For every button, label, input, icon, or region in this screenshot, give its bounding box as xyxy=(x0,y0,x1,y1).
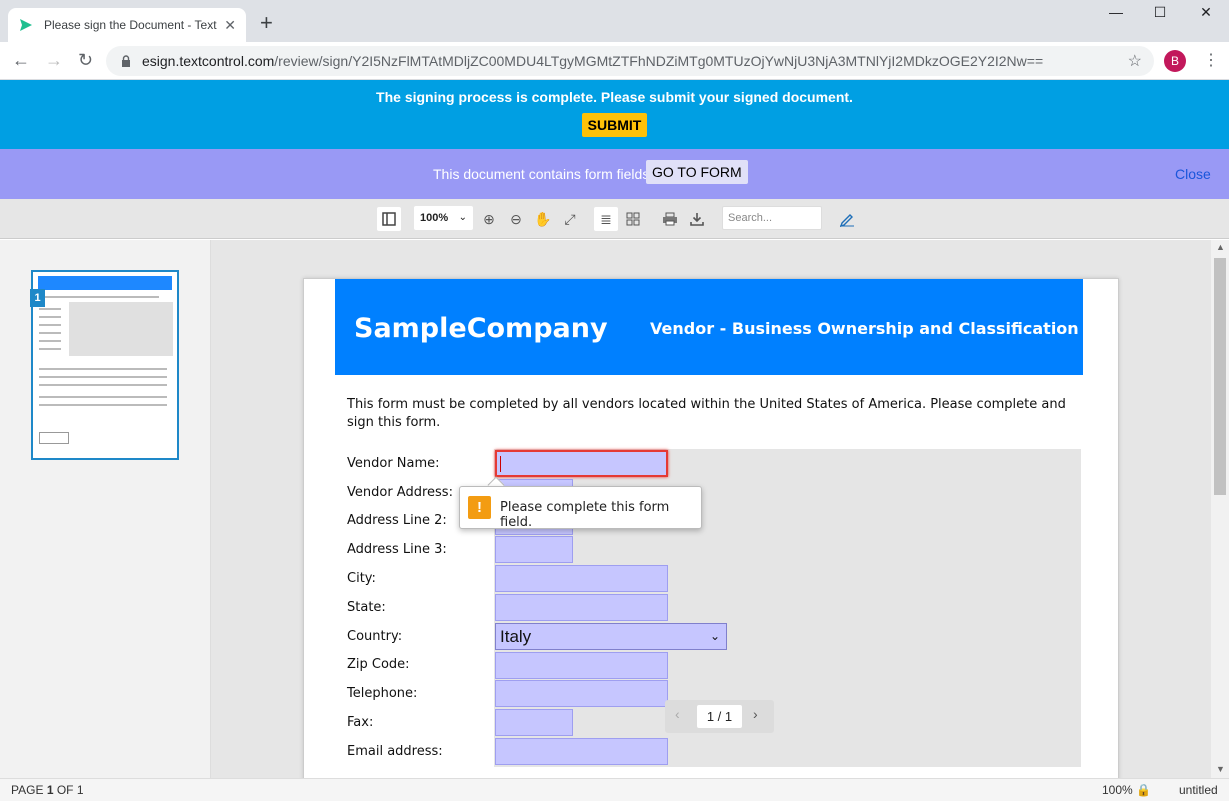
form-fields-message: This document contains form fields. xyxy=(433,166,654,182)
field-label: Telephone: xyxy=(347,686,418,701)
page-number-badge: 1 xyxy=(30,289,45,307)
url-host: esign.textcontrol.com xyxy=(142,53,275,69)
browser-tab-strip: Please sign the Document - Text C ✕ + — … xyxy=(0,0,1229,42)
bookmark-star-icon[interactable]: ☆ xyxy=(1128,51,1142,71)
document-title: Vendor - Business Ownership and Classifi… xyxy=(650,319,1079,338)
zoom-value: 100% xyxy=(420,212,449,224)
chevron-down-icon: ⌄ xyxy=(709,629,720,643)
url-input[interactable]: esign.textcontrol.com/review/sign/Y2I5Nz… xyxy=(106,46,1154,76)
document-header: SampleCompany Vendor - Business Ownershi… xyxy=(335,279,1083,375)
maximize-icon[interactable]: ☐ xyxy=(1137,4,1183,21)
field-label: Fax: xyxy=(347,715,374,730)
address-line-3-field[interactable] xyxy=(495,536,573,563)
warning-icon: ! xyxy=(468,496,491,519)
thumbnail-sidebar xyxy=(0,240,211,778)
page-indicator[interactable]: 1 / 1 xyxy=(697,705,742,728)
status-bar: PAGE 1 OF 1 100% 🔒 untitled xyxy=(0,778,1229,801)
field-label: City: xyxy=(347,571,376,586)
send-icon xyxy=(18,17,34,33)
close-tab-icon[interactable]: ✕ xyxy=(224,17,236,34)
scroll-down-icon[interactable]: ▼ xyxy=(1216,764,1225,774)
zip-code-field[interactable] xyxy=(495,652,668,679)
sidebar-toggle-icon[interactable] xyxy=(377,207,401,231)
field-label: Zip Code: xyxy=(347,657,410,672)
previous-page-icon[interactable]: ‹ xyxy=(675,706,680,722)
status-zoom: 100% xyxy=(1102,783,1133,797)
scrollbar-thumb[interactable] xyxy=(1214,258,1226,495)
page-label: PAGE xyxy=(11,783,44,797)
field-label: Address Line 3: xyxy=(347,542,447,557)
validation-message: Please complete this form field. xyxy=(500,500,670,530)
field-label: Country: xyxy=(347,629,403,644)
signature-pen-icon[interactable] xyxy=(835,207,859,231)
telephone-field[interactable] xyxy=(495,680,668,707)
address-bar-row: ← → ↻ esign.textcontrol.com/review/sign/… xyxy=(0,42,1229,80)
close-banner-link[interactable]: Close xyxy=(1175,166,1211,182)
zoom-select[interactable]: 100% ⌄ xyxy=(414,206,473,230)
document-viewport: SampleCompany Vendor - Business Ownershi… xyxy=(211,240,1211,778)
vendor-name-field[interactable] xyxy=(495,450,668,477)
print-icon[interactable] xyxy=(658,207,682,231)
close-window-icon[interactable]: ✕ xyxy=(1183,4,1229,21)
document-name: untitled xyxy=(1179,783,1218,797)
tab-title: Please sign the Document - Text C xyxy=(44,18,218,32)
download-icon[interactable] xyxy=(685,207,709,231)
fit-page-icon[interactable]: ⤢ xyxy=(558,207,582,231)
completion-message: The signing process is complete. Please … xyxy=(376,89,853,105)
profile-avatar[interactable]: B xyxy=(1164,50,1186,72)
country-select[interactable]: Italy ⌄ xyxy=(495,623,727,650)
state-field[interactable] xyxy=(495,594,668,621)
country-value: Italy xyxy=(500,627,532,646)
url-path: /review/sign/Y2I5NzFlMTAtMDljZC00MDU4LTg… xyxy=(274,53,1044,69)
single-page-view-icon[interactable]: ≣ xyxy=(594,207,618,231)
current-page: 1 xyxy=(46,783,54,797)
search-input[interactable]: Search... xyxy=(722,206,822,230)
back-icon[interactable]: ← xyxy=(12,50,30,71)
lock-icon xyxy=(122,55,130,67)
completion-banner: The signing process is complete. Please … xyxy=(0,80,1229,149)
reload-icon[interactable]: ↻ xyxy=(78,50,93,71)
fax-field[interactable] xyxy=(495,709,573,736)
city-field[interactable] xyxy=(495,565,668,592)
form-fields-banner: This document contains form fields. GO T… xyxy=(0,149,1229,199)
field-label: Vendor Address: xyxy=(347,485,453,500)
browser-menu-icon[interactable]: ⋮ xyxy=(1203,50,1219,70)
submit-button[interactable]: SUBMIT xyxy=(581,113,648,137)
scroll-up-icon[interactable]: ▲ xyxy=(1216,242,1225,252)
field-label: Address Line 2: xyxy=(347,513,447,528)
field-label: Email address: xyxy=(347,744,443,759)
chevron-down-icon: ⌄ xyxy=(458,212,467,223)
intro-text: This form must be completed by all vendo… xyxy=(347,397,1066,430)
field-label: State: xyxy=(347,600,386,615)
lock-icon: 🔒 xyxy=(1136,783,1151,797)
zoom-out-icon[interactable]: ⊖ xyxy=(504,207,528,231)
email-field[interactable] xyxy=(495,738,668,765)
page-total: OF 1 xyxy=(56,783,84,797)
vertical-scrollbar[interactable]: ▲ ▼ xyxy=(1211,240,1229,778)
forward-icon[interactable]: → xyxy=(45,50,63,71)
page-navigator: ‹ 1 / 1 › xyxy=(665,700,774,733)
go-to-form-button[interactable]: GO TO FORM xyxy=(646,160,748,184)
zoom-in-icon[interactable]: ⊕ xyxy=(477,207,501,231)
company-name: SampleCompany xyxy=(354,313,608,344)
field-label: Vendor Name: xyxy=(347,456,440,471)
new-tab-icon[interactable]: + xyxy=(260,12,273,34)
validation-tooltip: ! Please complete this form field. xyxy=(459,486,702,530)
hand-tool-icon[interactable]: ✋ xyxy=(531,207,555,231)
minimize-icon[interactable]: — xyxy=(1093,4,1139,20)
grid-view-icon[interactable] xyxy=(621,207,645,231)
page-thumbnail[interactable] xyxy=(31,270,179,460)
viewer-toolbar: 100% ⌄ ⊕ ⊖ ✋ ⤢ ≣ Search... xyxy=(0,199,1229,239)
browser-tab[interactable]: Please sign the Document - Text C ✕ xyxy=(8,8,246,42)
next-page-icon[interactable]: › xyxy=(753,706,758,722)
